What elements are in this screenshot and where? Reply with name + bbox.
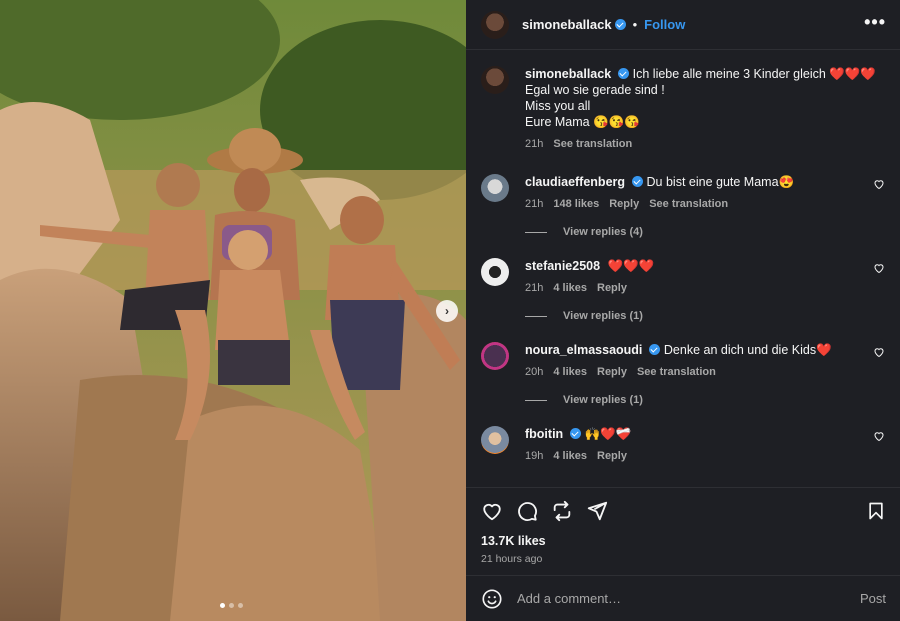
comment-age: 21h [525, 198, 544, 210]
comment-icon[interactable] [516, 500, 538, 522]
comment-likes[interactable]: 148 likes [553, 196, 599, 212]
more-options-icon[interactable]: ••• [864, 13, 886, 33]
caption-line: Ich liebe alle meine 3 Kinder gleich ❤️❤… [632, 67, 876, 81]
commenter-avatar[interactable] [481, 258, 509, 286]
comment: fboitin 🙌❤️❤️‍🩹 19h 4 likes Reply [481, 426, 885, 464]
caption-line: Eure Mama 😘😘😘 [525, 115, 640, 129]
comment: claudiaeffenberg Du bist eine gute Mama😍… [481, 174, 885, 212]
see-translation-link[interactable]: See translation [637, 364, 716, 380]
comment-input[interactable]: Add a comment… [517, 591, 860, 606]
comment-age: 20h [525, 366, 544, 378]
view-replies-label: View replies (1) [563, 310, 643, 322]
commenter-avatar[interactable] [481, 426, 509, 454]
verified-icon [632, 176, 644, 187]
view-replies-label: View replies (4) [563, 226, 643, 238]
post: › simoneballack • Follow ••• simoneballa… [0, 0, 900, 621]
heart-icon[interactable] [481, 500, 503, 522]
verified-icon [614, 19, 626, 30]
caption: simoneballack Ich liebe alle meine 3 Kin… [481, 66, 885, 152]
like-count[interactable]: 13.7K likes [481, 534, 886, 548]
author-avatar[interactable] [481, 66, 509, 94]
author-username[interactable]: simoneballack [522, 17, 612, 32]
verified-icon [649, 344, 661, 355]
caption-age: 21h [525, 138, 544, 150]
comment-text: ❤️❤️❤️ [607, 259, 655, 273]
view-replies-button[interactable]: View replies (1) [525, 394, 885, 406]
carousel-dot [220, 603, 225, 608]
comment-composer: Add a comment… Post [466, 575, 900, 621]
reply-button[interactable]: Reply [597, 364, 627, 380]
reply-button[interactable]: Reply [597, 448, 627, 464]
photo-illustration [0, 0, 466, 621]
caption-line: Miss you all [525, 99, 591, 113]
post-time: 21 hours ago [481, 553, 543, 565]
caption-username[interactable]: simoneballack [525, 67, 611, 81]
post-sidebar: simoneballack • Follow ••• simoneballack… [466, 0, 900, 621]
comments-list[interactable]: simoneballack Ich liebe alle meine 3 Kin… [466, 50, 900, 487]
verified-icon [570, 428, 582, 439]
see-translation-link[interactable]: See translation [553, 136, 632, 152]
share-icon[interactable] [586, 500, 608, 522]
comment-username[interactable]: noura_elmassaoudi [525, 343, 642, 357]
comment: stefanie2508 ❤️❤️❤️ 21h 4 likes Reply [481, 258, 885, 296]
carousel-dot [229, 603, 234, 608]
comment-likes[interactable]: 4 likes [553, 280, 587, 296]
post-actions: 13.7K likes 21 hours ago [466, 487, 900, 575]
like-comment-heart-icon[interactable] [873, 178, 885, 190]
see-translation-link[interactable]: See translation [649, 196, 728, 212]
comment-likes[interactable]: 4 likes [553, 364, 587, 380]
comment-age: 19h [525, 450, 544, 462]
verified-icon [618, 68, 630, 79]
reply-button[interactable]: Reply [597, 280, 627, 296]
author-avatar[interactable] [481, 10, 509, 39]
view-replies-label: View replies (1) [563, 394, 643, 406]
emoji-icon[interactable] [481, 588, 503, 610]
commenter-avatar[interactable] [481, 342, 509, 370]
comment-text: Denke an dich und die Kids❤️ [663, 343, 832, 357]
post-header: simoneballack • Follow ••• [466, 0, 900, 50]
reply-button[interactable]: Reply [609, 196, 639, 212]
like-comment-heart-icon[interactable] [873, 262, 885, 274]
repost-icon[interactable] [551, 500, 573, 522]
next-slide-button[interactable]: › [436, 300, 458, 322]
follow-button[interactable]: Follow [644, 17, 685, 32]
like-comment-heart-icon[interactable] [873, 346, 885, 358]
comment: noura_elmassaoudi Denke an dich und die … [481, 342, 885, 380]
comment-likes[interactable]: 4 likes [553, 448, 587, 464]
view-replies-button[interactable]: View replies (1) [525, 310, 885, 322]
post-photo[interactable]: › [0, 0, 466, 621]
comment-text: 🙌❤️❤️‍🩹 [584, 427, 632, 441]
comment-text: Du bist eine gute Mama😍 [646, 175, 795, 189]
commenter-avatar[interactable] [481, 174, 509, 202]
carousel-dots [220, 603, 243, 608]
comment-username[interactable]: stefanie2508 [525, 259, 600, 273]
like-comment-heart-icon[interactable] [873, 430, 885, 442]
comment-username[interactable]: claudiaeffenberg [525, 175, 625, 189]
post-comment-button[interactable]: Post [860, 591, 886, 606]
carousel-dot [238, 603, 243, 608]
caption-line: Egal wo sie gerade sind ! [525, 83, 665, 97]
view-replies-button[interactable]: View replies (4) [525, 226, 885, 238]
bookmark-icon[interactable] [866, 500, 886, 522]
comment-username[interactable]: fboitin [525, 427, 563, 441]
comment-age: 21h [525, 282, 544, 294]
chevron-right-icon: › [445, 304, 449, 318]
separator: • [632, 17, 638, 32]
